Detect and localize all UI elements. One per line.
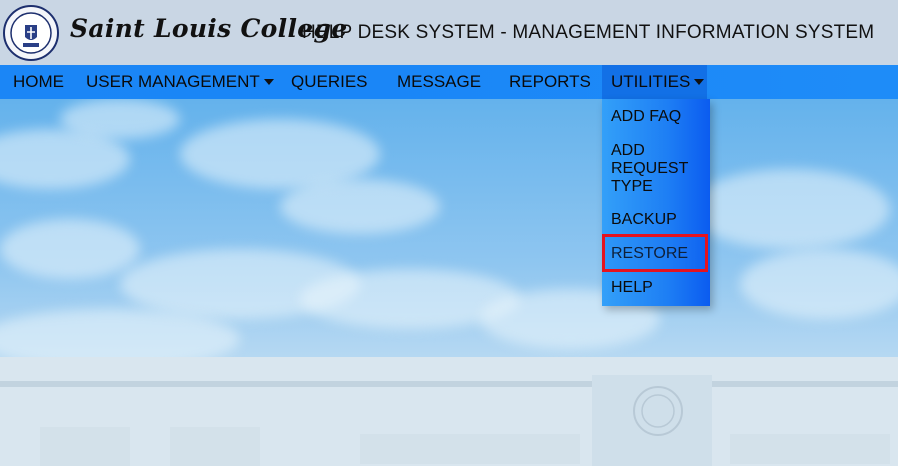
- menu-item-add-faq[interactable]: ADD FAQ: [611, 108, 681, 126]
- nav-utilities-label: UTILITIES: [611, 72, 691, 91]
- building-emblem-icon: [633, 386, 683, 436]
- page: Saint Louis College HELP DESK SYSTEM - M…: [0, 0, 898, 466]
- nav-message[interactable]: MESSAGE: [391, 65, 487, 99]
- background-campus-photo: [0, 99, 898, 466]
- college-seal-icon: [3, 5, 59, 61]
- nav-user-management[interactable]: USER MANAGEMENT: [80, 65, 280, 99]
- nav-reports[interactable]: REPORTS: [503, 65, 597, 99]
- nav-queries-label: QUERIES: [291, 72, 368, 91]
- nav-message-label: MESSAGE: [397, 72, 482, 91]
- nav-user-management-label: USER MANAGEMENT: [86, 72, 260, 91]
- system-title: HELP DESK SYSTEM - MANAGEMENT INFORMATIO…: [302, 22, 875, 43]
- nav-home-label: HOME: [13, 72, 64, 91]
- nav-reports-label: REPORTS: [509, 72, 591, 91]
- main-navbar: HOME USER MANAGEMENT QUERIES MESSAGE REP…: [0, 65, 898, 99]
- caret-down-icon: [263, 79, 274, 85]
- nav-home[interactable]: HOME: [7, 65, 70, 99]
- menu-item-add-request-type[interactable]: ADD REQUEST TYPE: [611, 142, 691, 196]
- menu-item-backup[interactable]: BACKUP: [611, 211, 677, 229]
- nav-queries[interactable]: QUERIES: [285, 65, 374, 99]
- menu-item-help[interactable]: HELP: [611, 279, 653, 297]
- nav-utilities[interactable]: UTILITIES: [602, 65, 707, 99]
- caret-down-icon: [694, 79, 705, 85]
- restore-highlight-box: [602, 234, 708, 272]
- utilities-dropdown-menu: ADD FAQ ADD REQUEST TYPE BACKUP RESTORE …: [602, 99, 710, 306]
- site-header: Saint Louis College HELP DESK SYSTEM - M…: [0, 0, 898, 65]
